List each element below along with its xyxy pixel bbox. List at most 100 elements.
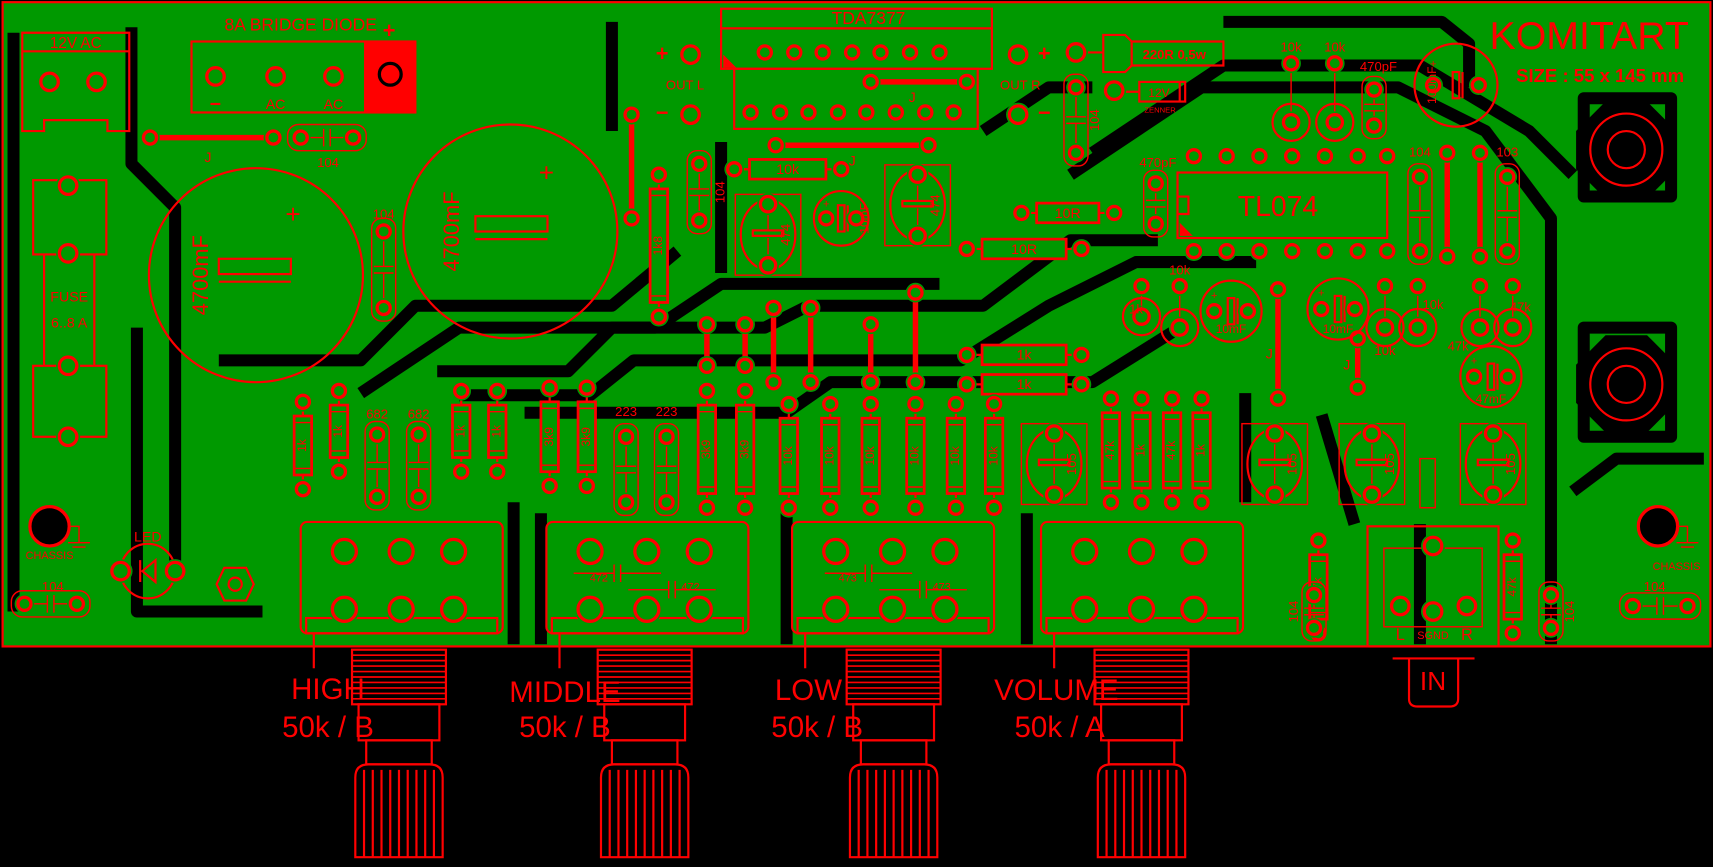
fuse-rating: 6..8 A (51, 316, 88, 332)
opamp-ic-label: TL074 (1238, 191, 1318, 223)
ground-pad (215, 566, 255, 602)
led-label: LED (134, 530, 162, 546)
component-value: 10mF (1216, 322, 1247, 336)
component-value: 47k (1505, 576, 1519, 596)
component-value: 10k (863, 445, 877, 465)
main-cap-2-value: 4700mF (439, 191, 464, 271)
input-l: L (1396, 626, 1405, 644)
pot-name: LOW (775, 674, 842, 707)
input-r: R (1461, 626, 1473, 644)
component-value: + (1318, 288, 1324, 300)
component-value: 104 (1409, 144, 1431, 159)
input-jack-label: IN (1420, 666, 1446, 696)
pcb-layout: 12V AC 8A BRIDGE DIODE + − AC AC 4700mF … (0, 0, 1713, 867)
power-connector-label: 12V AC (50, 35, 102, 52)
jumper-label: J (1266, 347, 1273, 363)
component-value: 103 (1496, 144, 1518, 159)
bridge-plus: + (383, 18, 396, 43)
component-value: 10mF (1323, 322, 1354, 336)
component-value: 10k (1374, 343, 1396, 358)
component-value: 1k (1017, 348, 1033, 364)
jumper-label: J (909, 90, 916, 106)
chassis-right-label: CHASSIS (1653, 561, 1701, 573)
component-value: 3k9 (542, 427, 556, 447)
out-r-plus: + (1038, 41, 1051, 66)
component-value: 1k8 (651, 236, 665, 256)
pot-value: 50k / B (282, 711, 374, 744)
pot-value: 50k / B (519, 711, 611, 744)
component-value: 104 (1562, 601, 1577, 623)
resistor-1k: 1k (292, 392, 313, 500)
component-value: 104 (373, 207, 395, 222)
pot-name: HIGH (291, 673, 365, 706)
component-value: 105 (1382, 453, 1397, 475)
component-value: 3k9 (579, 427, 593, 447)
component-value: 1k (489, 424, 503, 438)
component-value: 10k (1281, 39, 1303, 54)
component-value: 47mF (1476, 392, 1507, 406)
main-cap-2-plus: + (539, 157, 554, 187)
component-value: 10k (908, 445, 922, 465)
amp-ic-label: TDA7377 (832, 8, 906, 28)
main-cap-1-value: 4700mF (188, 235, 213, 315)
bridge-ac1: AC (266, 97, 286, 113)
component-value: 47k (1164, 440, 1178, 460)
main-cap-1-plus: + (285, 199, 300, 229)
pot-name: MIDDLE (509, 676, 620, 709)
component-value: + (823, 199, 829, 211)
out-l-plus: + (656, 41, 669, 66)
component-value: 104 (1644, 579, 1666, 594)
component-value: 474 (778, 224, 793, 246)
component-value: 3k9 (737, 439, 751, 459)
component-value: 47k (1103, 440, 1117, 460)
component-value: 472 (590, 573, 608, 585)
component-value: 10k (1169, 262, 1191, 277)
out-l-label: OUT L (666, 78, 704, 93)
component-value: 104 (1286, 601, 1301, 623)
component-value: 1k (1134, 443, 1148, 457)
input-sgnd: SGND (1417, 630, 1449, 642)
component-value: 104 (317, 155, 339, 170)
component-value: 10k (822, 445, 836, 465)
mounting-hole-top (1576, 101, 1677, 199)
out-r-label: OUT R (1000, 78, 1040, 93)
zener-value: 12V (1148, 86, 1169, 100)
bridge-ac2: AC (324, 97, 344, 113)
component-value: 1k (453, 424, 467, 438)
component-value: 1k (331, 424, 345, 438)
component-value: 1k (1017, 377, 1033, 393)
zener-label: ZENNER (1144, 105, 1176, 114)
mounting-hole-bottom (1576, 335, 1677, 433)
power-resistor-label: 220R 0,5w (1143, 47, 1207, 62)
fuse-label: FUSE (50, 289, 88, 305)
component-value: 1k (1194, 443, 1208, 457)
component-value: 1k (295, 438, 309, 452)
component-value: 10k (781, 445, 795, 465)
component-value: 470pF (1360, 59, 1397, 74)
pot-value: 50k / A (1015, 711, 1105, 744)
component-value: 474 (928, 194, 943, 216)
resistor-1k: 1k (487, 381, 508, 482)
component-value: + (1211, 290, 1217, 302)
component-value: 473 (933, 581, 951, 593)
resistor-1k: 1k (451, 381, 472, 482)
component-value: 104 (713, 181, 728, 203)
component-value: 473 (839, 573, 857, 585)
component-value: 10k (776, 162, 800, 178)
component-value: 10k (948, 445, 962, 465)
bridge-minus: − (210, 93, 221, 115)
component-value: 105 (1064, 453, 1079, 475)
component-value: 1k (1129, 302, 1143, 317)
component-value: 10mF (857, 203, 871, 234)
jumper-label: J (1343, 358, 1350, 374)
component-value: 3k9 (699, 439, 713, 459)
component-value: 105 (1503, 453, 1518, 475)
component-value: 682 (366, 406, 388, 421)
component-value: 47k (1448, 339, 1470, 354)
component-value: + (1471, 355, 1477, 367)
chassis-left-label: CHASSIS (26, 550, 74, 562)
resistor-1k8: 1k8 (648, 164, 669, 327)
component-value: 47k (1510, 299, 1532, 314)
component-value: 223 (656, 404, 678, 419)
component-value: 104 (1087, 109, 1102, 131)
